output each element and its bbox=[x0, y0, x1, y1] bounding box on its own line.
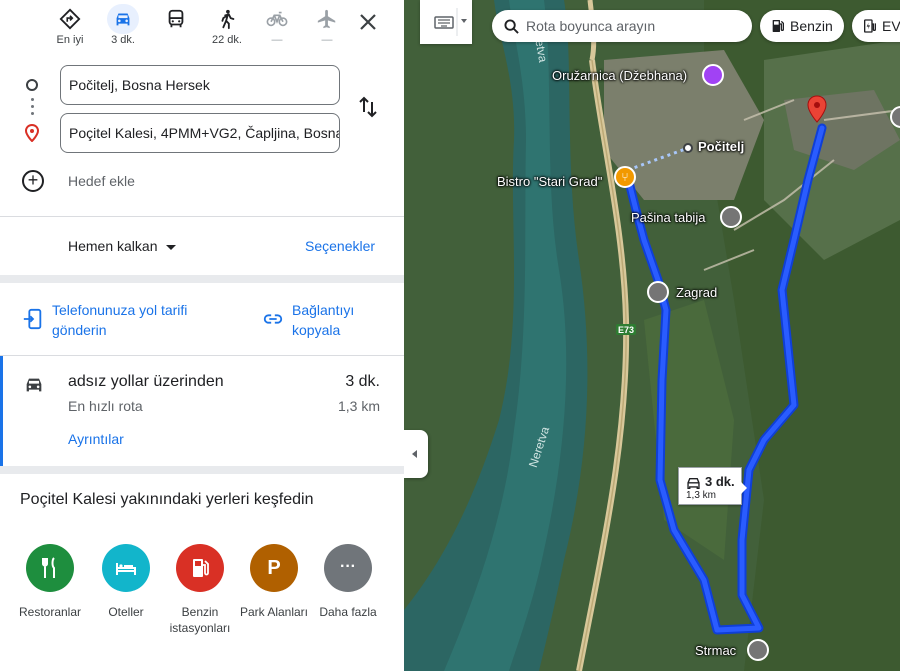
restaurant-icon bbox=[26, 544, 74, 592]
place-label-town[interactable]: Počitelj bbox=[698, 139, 744, 154]
collapse-panel-button[interactable] bbox=[404, 430, 428, 478]
mode-transit[interactable] bbox=[156, 4, 196, 52]
restaurant-marker-icon[interactable]: ⑂ bbox=[614, 166, 636, 188]
category-label: Restoranlar bbox=[18, 605, 82, 619]
category-hotels[interactable]: Oteller bbox=[86, 544, 166, 620]
place-label-zagrad[interactable]: Zagrad bbox=[676, 285, 717, 300]
bus-icon bbox=[156, 4, 196, 34]
route-details-link[interactable]: Ayrıntılar bbox=[68, 431, 124, 447]
mode-drive[interactable]: 3 dk. bbox=[103, 4, 143, 52]
options-button[interactable]: Seçenekler bbox=[305, 238, 375, 254]
destination-pin-icon[interactable] bbox=[806, 95, 828, 123]
landmark-marker-icon[interactable] bbox=[720, 206, 742, 228]
send-to-phone-icon bbox=[23, 308, 42, 330]
search-icon bbox=[504, 19, 519, 34]
add-destination-button[interactable]: + Hedef ekle bbox=[20, 168, 220, 194]
send-to-phone-label: Telefonunuza yol tarifi gönderin bbox=[52, 302, 188, 338]
route-subtitle: En hızlı rota bbox=[68, 398, 143, 414]
place-label-bistro[interactable]: Bistro "Stari Grad" bbox=[497, 174, 602, 189]
landmark-marker-icon[interactable] bbox=[747, 639, 769, 661]
add-icon: + bbox=[22, 170, 44, 192]
keyboard-button[interactable] bbox=[420, 0, 472, 44]
route-bubble-time: 3 dk. bbox=[705, 474, 735, 489]
route-title: adsız yollar üzerinden bbox=[68, 373, 224, 390]
mode-best-label: En iyi bbox=[56, 34, 84, 46]
best-route-icon bbox=[50, 4, 90, 34]
route-bubble-distance: 1,3 km bbox=[686, 490, 717, 501]
car-icon bbox=[107, 4, 139, 34]
search-along-route-input[interactable]: Rota boyunca arayın bbox=[492, 10, 752, 42]
origin-marker-icon bbox=[26, 79, 38, 91]
place-label-armory[interactable]: Oružarnica (Džebhana) bbox=[552, 68, 687, 83]
swap-icon bbox=[359, 96, 377, 118]
route-option-card[interactable]: adsız yollar üzerinden 3 dk. En hızlı ro… bbox=[0, 356, 404, 466]
category-label: Benzin istasyonları bbox=[169, 605, 231, 635]
place-label-tabija[interactable]: Pašina tabija bbox=[631, 210, 705, 225]
walk-icon bbox=[207, 4, 247, 34]
travel-mode-bar: En iyi 3 dk. 22 dk. — — bbox=[50, 4, 390, 54]
gas-station-icon bbox=[772, 20, 784, 32]
mode-bike[interactable]: — bbox=[257, 4, 297, 52]
depart-time-dropdown[interactable]: Hemen kalkan bbox=[68, 238, 176, 254]
origin-input[interactable]: Počitelj, Bosna Hersek bbox=[60, 65, 340, 105]
explore-nearby-title: Poçitel Kalesi yakınındaki yerleri keşfe… bbox=[20, 491, 314, 508]
destination-pin-icon bbox=[24, 123, 40, 143]
route-distance: 1,3 km bbox=[337, 398, 380, 414]
gas-chip-button[interactable]: Benzin bbox=[760, 10, 844, 42]
add-destination-label: Hedef ekle bbox=[68, 173, 135, 189]
section-divider bbox=[0, 275, 404, 283]
directions-panel: En iyi 3 dk. 22 dk. — — Počitelj, Bosna … bbox=[0, 0, 404, 671]
keyboard-icon bbox=[434, 8, 467, 36]
landmark-marker-icon[interactable] bbox=[647, 281, 669, 303]
ev-chip-label: EV bbox=[882, 18, 900, 34]
hotel-icon bbox=[102, 544, 150, 592]
depart-time-label: Hemen kalkan bbox=[68, 238, 158, 254]
swap-endpoints-button[interactable] bbox=[356, 95, 380, 119]
link-icon bbox=[263, 314, 283, 324]
divider bbox=[0, 216, 404, 217]
town-marker-icon bbox=[683, 143, 693, 153]
car-icon bbox=[26, 378, 42, 392]
place-label-strmac[interactable]: Strmac bbox=[695, 643, 736, 658]
category-label: Daha fazla bbox=[319, 605, 377, 619]
category-parking[interactable]: P Park Alanları bbox=[234, 544, 314, 620]
chevron-left-icon bbox=[412, 450, 417, 458]
gas-chip-label: Benzin bbox=[790, 18, 833, 34]
road-label: E73 bbox=[618, 325, 635, 335]
category-more[interactable]: ··· Daha fazla bbox=[308, 544, 388, 620]
destination-input[interactable]: Poçitel Kalesi, 4PMM+VG2, Čapljina, Bosn… bbox=[60, 113, 340, 153]
route-dots-icon bbox=[31, 98, 34, 116]
section-divider bbox=[0, 466, 404, 474]
mode-bike-label: — bbox=[271, 34, 283, 46]
route-info-bubble[interactable]: 3 dk. 1,3 km bbox=[678, 467, 747, 505]
caret-down-icon bbox=[165, 244, 176, 250]
category-gas-stations[interactable]: Benzin istasyonları bbox=[160, 544, 240, 636]
gas-station-icon bbox=[176, 544, 224, 592]
more-icon: ··· bbox=[324, 544, 372, 592]
category-label: Park Alanları bbox=[239, 605, 309, 619]
category-restaurants[interactable]: Restoranlar bbox=[10, 544, 90, 620]
parking-icon: P bbox=[250, 544, 298, 592]
mode-flight[interactable]: — bbox=[307, 4, 347, 52]
category-label: Oteller bbox=[108, 605, 144, 619]
map-view[interactable]: E73 Neretva etva Rota boyunca arayın Ben… bbox=[404, 0, 900, 671]
copy-link-label: Bağlantıyı kopyala bbox=[292, 302, 355, 338]
car-icon bbox=[687, 478, 700, 489]
close-directions-button[interactable] bbox=[354, 8, 382, 36]
mode-flight-label: — bbox=[321, 34, 333, 46]
mode-drive-label: 3 dk. bbox=[111, 34, 135, 46]
bike-icon bbox=[257, 4, 297, 34]
mode-walk[interactable]: 22 dk. bbox=[207, 4, 247, 52]
museum-marker-icon[interactable] bbox=[702, 64, 724, 86]
ev-charger-icon bbox=[864, 19, 876, 33]
ev-chip-button[interactable]: EV bbox=[852, 10, 900, 42]
mode-walk-label: 22 dk. bbox=[212, 34, 242, 46]
close-icon bbox=[360, 14, 376, 30]
plane-icon bbox=[307, 4, 347, 34]
route-duration: 3 dk. bbox=[345, 373, 380, 390]
mode-best[interactable]: En iyi bbox=[50, 4, 90, 52]
